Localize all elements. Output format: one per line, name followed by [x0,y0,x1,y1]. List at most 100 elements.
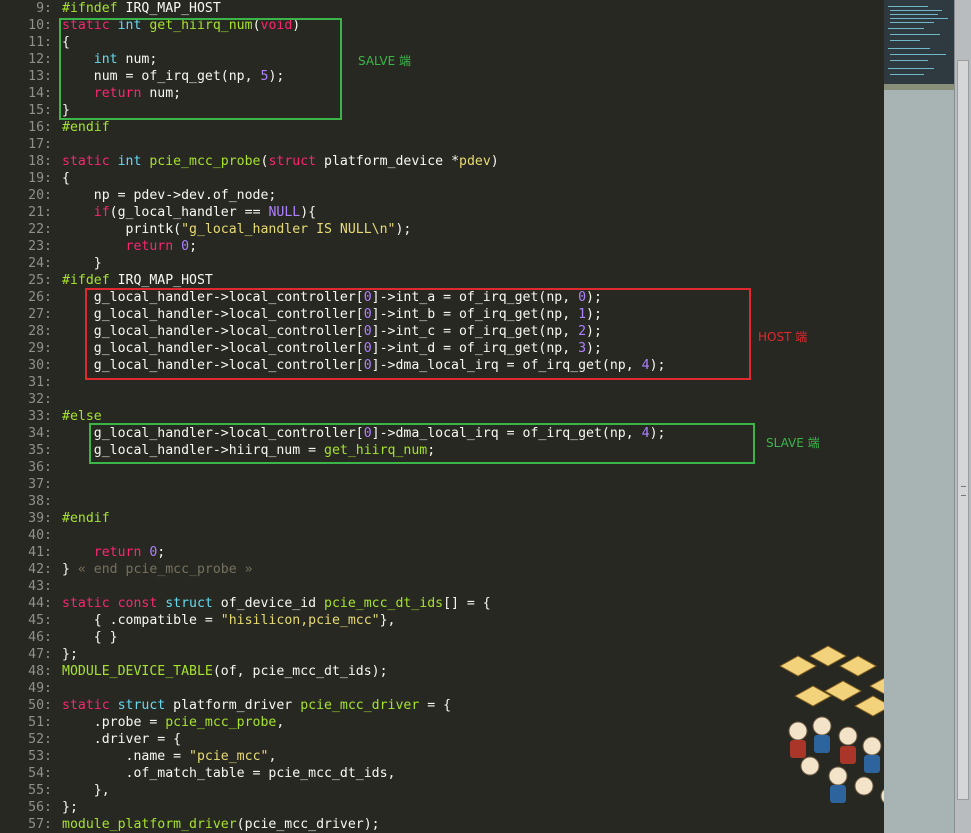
code-token: pdev [459,154,491,169]
code-token: .name = [62,749,190,764]
line-number: 25: [28,273,52,288]
code-token: pcie_mcc_driver [300,698,420,713]
code-line[interactable]: .probe = pcie_mcc_probe, [62,714,285,731]
code-token: "hisilicon,pcie_mcc" [220,613,380,628]
slave-label: SLAVE 端 [766,436,820,450]
code-token: NULL [268,205,301,220]
line-number: 30: [28,358,52,373]
code-token: if [93,205,110,220]
line-number: 28: [28,324,52,339]
code-line[interactable]: }; [62,799,78,816]
code-token: { [62,171,70,186]
line-number: 53: [28,749,52,764]
vertical-scrollbar[interactable] [954,0,971,833]
line-number: 42: [28,562,52,577]
code-line[interactable]: #ifdef IRQ_MAP_HOST [62,272,213,289]
code-token: platform_device * [324,154,460,169]
code-editor[interactable]: 9: 10: 11: 12: 13: 14: 15: 16: 17: 18: 19: 20: 21: 22… [0,0,884,833]
code-line[interactable]: module_platform_driver(pcie_mcc_driver); [62,816,380,833]
code-token: [] = { [443,596,491,611]
line-number: 31: [28,375,52,390]
line-number: 54: [28,766,52,781]
code-token: 0 [181,239,190,254]
scrollbar-thumb[interactable] [957,60,969,800]
line-number: 37: [28,477,52,492]
host-annotation-box [85,288,751,380]
code-token: }, [62,783,110,798]
line-number: 43: [28,579,52,594]
code-token: #endif [62,511,110,526]
code-line[interactable]: .driver = { [62,731,181,748]
line-number: 10: [28,18,52,33]
code-line[interactable]: #ifndef IRQ_MAP_HOST [62,0,221,17]
code-token: struct [268,154,325,169]
line-number: 19: [28,171,52,186]
code-token: IRQ_MAP_HOST [125,1,221,16]
line-number: 55: [28,783,52,798]
line-number: 51: [28,715,52,730]
code-token: « end pcie_mcc_probe » [77,562,253,577]
line-number: 38: [28,494,52,509]
code-token: module_platform_driver [62,817,237,832]
code-line[interactable]: return 0; [62,544,165,561]
line-number: 16: [28,120,52,135]
line-number: 57: [28,817,52,832]
code-token: } [62,256,102,271]
code-line[interactable]: { } [62,629,118,646]
code-token: .driver = { [62,732,182,747]
code-line[interactable]: MODULE_DEVICE_TABLE(of, pcie_mcc_dt_ids)… [62,663,388,680]
code-line[interactable]: #endif [62,119,110,136]
minimap-viewport[interactable] [884,0,954,84]
code-line[interactable]: .of_match_table = pcie_mcc_dt_ids, [62,765,396,782]
code-token: }; [62,800,78,815]
code-token: of_device_id [220,596,325,611]
code-token: #else [62,409,102,424]
code-line[interactable]: if(g_local_handler == NULL){ [62,204,316,221]
code-line[interactable]: } [62,255,102,272]
line-number: 40: [28,528,52,543]
code-line[interactable]: #endif [62,510,110,527]
line-number: 34: [28,426,52,441]
code-token: (of, pcie_mcc_dt_ids); [212,664,388,679]
code-token: "g_local_handler IS NULL\n" [181,222,396,237]
code-token: (g_local_handler == [109,205,269,220]
code-line[interactable]: printk("g_local_handler IS NULL\n"); [62,221,412,238]
code-token: ; [157,545,166,560]
line-number: 46: [28,630,52,645]
code-token: }, [379,613,396,628]
code-line[interactable]: return 0; [62,238,197,255]
code-token: struct [117,698,174,713]
code-line[interactable]: } « end pcie_mcc_probe » [62,561,253,578]
line-number: 21: [28,205,52,220]
code-token: pcie_mcc_probe [149,154,261,169]
code-token: .probe = [62,715,166,730]
code-line[interactable]: }; [62,646,78,663]
line-number: 56: [28,800,52,815]
code-line[interactable]: static int pcie_mcc_probe(struct platfor… [62,153,499,170]
line-number: 24: [28,256,52,271]
line-number: 49: [28,681,52,696]
line-number: 48: [28,664,52,679]
code-token: struct [165,596,221,611]
minimap[interactable] [884,0,954,833]
code-line[interactable]: }, [62,782,110,799]
code-token: ; [189,239,198,254]
code-line[interactable]: { .compatible = "hisilicon,pcie_mcc"}, [62,612,396,629]
scrollbar-grip-icon [961,486,966,496]
code-token: pcie_mcc_dt_ids [324,596,444,611]
code-token: int [117,154,150,169]
code-token: = { [419,698,452,713]
code-line[interactable]: .name = "pcie_mcc", [62,748,277,765]
line-number: 27: [28,307,52,322]
code-line[interactable]: static const struct of_device_id pcie_mc… [62,595,491,612]
line-number: 39: [28,511,52,526]
code-line[interactable]: np = pdev->dev.of_node; [62,187,277,204]
code-token: static [62,698,118,713]
code-token: IRQ_MAP_HOST [117,273,213,288]
code-line[interactable]: static struct platform_driver pcie_mcc_d… [62,697,451,714]
line-number: 9: [36,1,52,16]
code-token: , [268,749,277,764]
code-line[interactable]: { [62,170,70,187]
